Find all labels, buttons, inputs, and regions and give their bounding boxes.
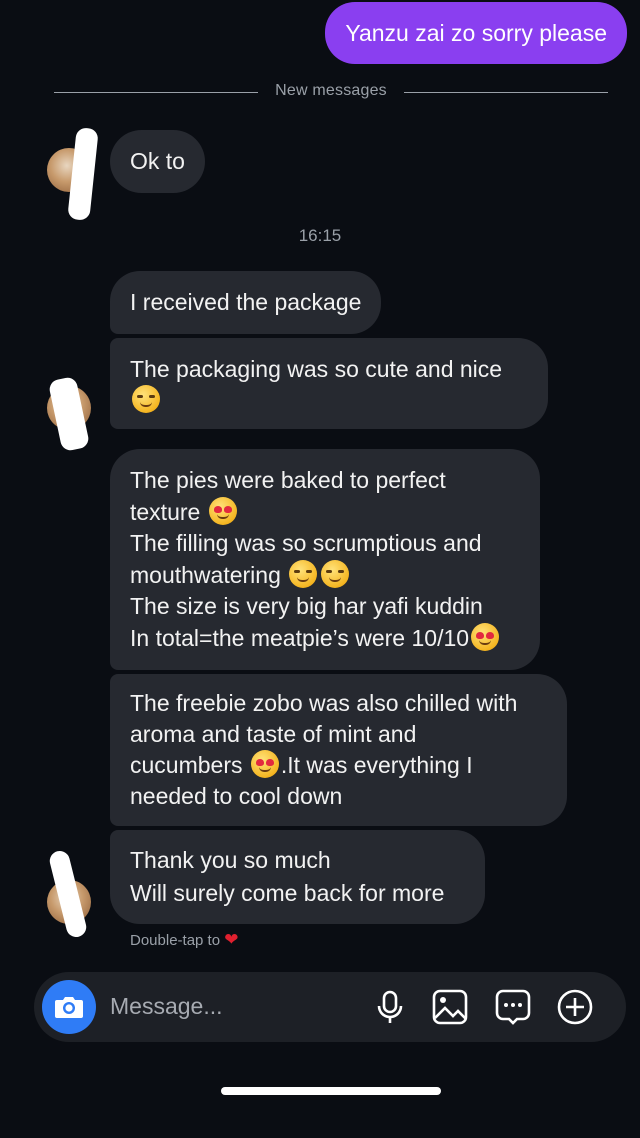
new-messages-divider: New messages — [54, 82, 608, 99]
message-text: The freebie zobo was also chilled with — [130, 690, 518, 716]
message-text: I received the package — [130, 289, 362, 315]
message-text: mouthwatering — [130, 561, 281, 588]
sticker-icon[interactable] — [494, 988, 532, 1026]
message-text: In total=the meatpie’s were 10/10 — [130, 624, 470, 651]
plus-icon[interactable] — [556, 988, 594, 1026]
home-indicator[interactable] — [221, 1087, 441, 1095]
heart-eyes-emoji — [471, 622, 500, 651]
message-text: Ok to — [130, 148, 185, 174]
double-tap-hint: Double-tap to ❤ — [130, 930, 238, 950]
camera-button[interactable] — [42, 980, 96, 1034]
incoming-message-bubble[interactable]: The freebie zobo was also chilled with a… — [110, 674, 567, 826]
star-struck-emoji — [321, 559, 350, 588]
message-text: needed to cool down — [130, 783, 343, 809]
message-input[interactable]: Message... — [110, 993, 223, 1020]
incoming-message-bubble[interactable]: Thank you so much Will surely come back … — [110, 830, 485, 924]
message-text: Thank you so much — [130, 847, 331, 873]
message-text: The filling was so scrumptious and — [130, 530, 482, 556]
message-text: The pies were baked to perfect — [130, 467, 446, 493]
redaction-scribble — [67, 127, 99, 221]
message-text: texture — [130, 498, 201, 525]
message-text: The size is very big har yafi kuddin — [130, 593, 483, 619]
message-text: cucumbers — [130, 752, 243, 778]
message-text: Will surely come back for more — [130, 880, 445, 906]
camera-icon — [55, 997, 83, 1018]
message-text: The packaging was so cute and nice — [130, 355, 503, 382]
double-tap-label: Double-tap to — [130, 932, 221, 949]
gallery-icon[interactable] — [431, 988, 469, 1026]
incoming-message-bubble[interactable]: Ok to — [110, 130, 205, 193]
message-text: .It was everything I — [280, 752, 473, 778]
heart-eyes-emoji — [250, 750, 279, 778]
outgoing-message-bubble[interactable]: Yanzu zai zo sorry please — [325, 2, 627, 64]
message-composer: Message... — [34, 972, 626, 1042]
drooling-face-emoji — [289, 559, 318, 588]
microphone-icon[interactable] — [371, 988, 409, 1026]
heart-eyes-emoji — [208, 496, 237, 525]
outgoing-message-text: Yanzu zai zo sorry please — [345, 19, 607, 46]
incoming-message-bubble[interactable]: The pies were baked to perfect texture T… — [110, 449, 540, 670]
message-text: aroma and taste of mint and — [130, 721, 417, 747]
message-timestamp: 16:15 — [298, 226, 342, 245]
heart-icon: ❤ — [224, 930, 239, 949]
smiling-face-emoji — [132, 384, 160, 413]
incoming-message-bubble[interactable]: The packaging was so cute and nice — [110, 338, 548, 429]
incoming-message-bubble[interactable]: I received the package — [110, 271, 382, 334]
divider-line-right — [404, 92, 608, 93]
new-messages-label: New messages — [275, 82, 387, 99]
